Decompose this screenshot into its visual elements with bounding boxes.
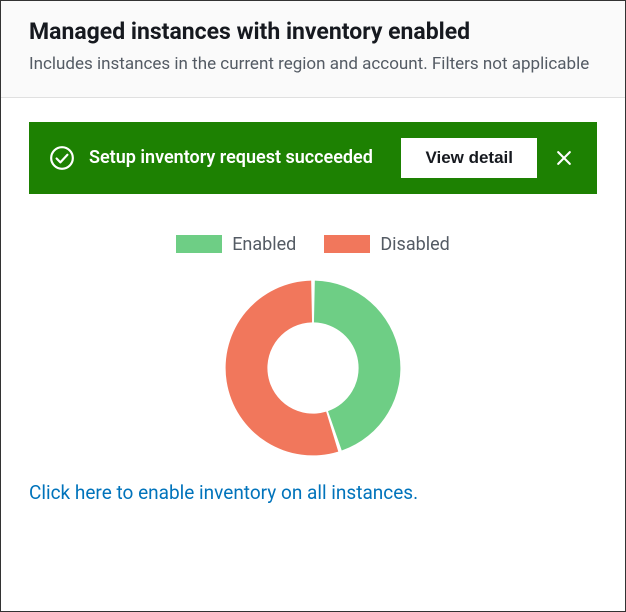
legend-swatch-enabled (176, 235, 222, 253)
legend-label-disabled: Disabled (380, 234, 449, 255)
inventory-panel: Managed instances with inventory enabled… (0, 0, 626, 612)
legend-swatch-disabled (324, 235, 370, 253)
view-detail-button[interactable]: View detail (401, 138, 537, 178)
legend-item-disabled: Disabled (324, 234, 449, 255)
panel-body: Setup inventory request succeeded View d… (1, 98, 625, 611)
chart-legend: Enabled Disabled (176, 234, 450, 255)
panel-title: Managed instances with inventory enabled (29, 17, 597, 47)
success-alert: Setup inventory request succeeded View d… (29, 122, 597, 194)
donut-chart (218, 273, 408, 463)
legend-item-enabled: Enabled (176, 234, 296, 255)
panel-header: Managed instances with inventory enabled… (1, 1, 625, 98)
alert-message: Setup inventory request succeeded (89, 144, 387, 171)
check-circle-icon (49, 145, 75, 171)
close-icon[interactable] (551, 145, 577, 171)
chart-section: Enabled Disabled Click here to enable in… (29, 234, 597, 591)
legend-label-enabled: Enabled (232, 234, 296, 255)
panel-subtitle: Includes instances in the current region… (29, 53, 597, 77)
enable-inventory-link[interactable]: Click here to enable inventory on all in… (29, 481, 418, 504)
